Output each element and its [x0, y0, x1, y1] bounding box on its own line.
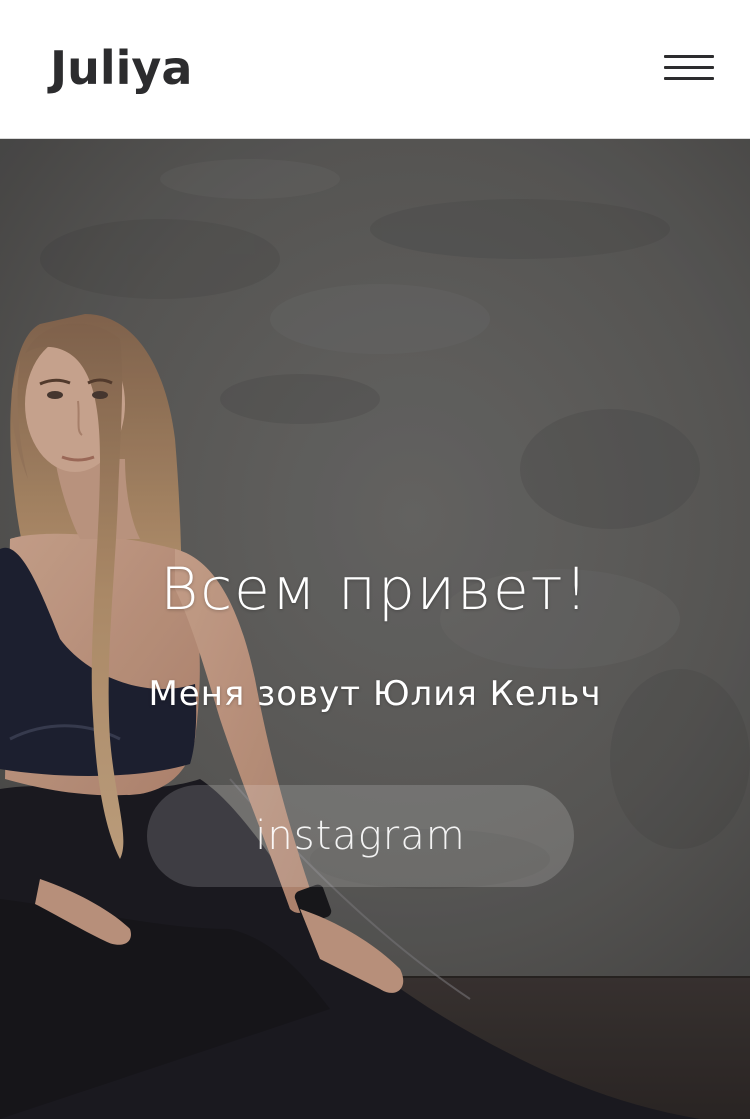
menu-line	[664, 66, 714, 69]
menu-line	[664, 55, 714, 58]
site-header: Juliya	[0, 0, 750, 139]
hero-section: Всем привет! Меня зовут Юлия Кельч insta…	[0, 139, 750, 1119]
site-logo[interactable]: Juliya	[50, 40, 192, 96]
instagram-button[interactable]: instagram	[147, 785, 574, 887]
menu-line	[664, 77, 714, 80]
hero-subtitle: Меня зовут Юлия Кельч	[148, 674, 602, 714]
hero-title: Всем привет!	[160, 555, 590, 623]
hero-background-photo	[0, 139, 750, 1119]
hamburger-menu-icon[interactable]	[662, 52, 716, 86]
